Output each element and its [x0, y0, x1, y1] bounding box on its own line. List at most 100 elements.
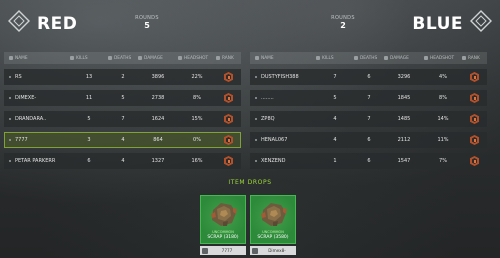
rank-icon [224, 93, 233, 103]
headshot-value: 16% [191, 158, 203, 164]
kills-value: 4 [333, 137, 337, 143]
headshot-value: 8% [193, 95, 201, 101]
headshot-value: 8% [439, 95, 447, 101]
col-kills-label: KILLS [322, 55, 334, 61]
blue-team-emblem-icon [470, 10, 492, 32]
rank-icon [470, 114, 479, 124]
damage-value: 3896 [151, 74, 165, 80]
table-row[interactable]: DRANDARA.. 5 7 1624 15% [4, 111, 241, 127]
rank-cell [216, 93, 241, 103]
item-drop-card[interactable]: UNCOMMON SCRAP (3580) Dimex8- [250, 195, 296, 255]
rank-icon [224, 156, 233, 166]
table-row[interactable]: HENAL067 4 6 2112 11% [250, 132, 487, 148]
status-dot [255, 76, 257, 78]
red-team-table: NAME KILLS DEATHS DAMAGE HEADSHOT RANK R… [4, 52, 241, 169]
col-name: NAME [4, 56, 70, 61]
kills-value: 7 [333, 74, 337, 80]
item-owner: 7777 [200, 246, 246, 255]
player-name-cell: DRANDARA.. [4, 116, 70, 122]
table-row[interactable]: RS 13 2 3896 22% [4, 69, 241, 85]
col-rank: RANK [216, 56, 241, 61]
kills-value: 5 [333, 95, 337, 101]
table-header: NAME KILLS DEATHS DAMAGE HEADSHOT RANK [250, 52, 487, 64]
col-headshot-label: HEADSHOT [184, 55, 209, 61]
table-row[interactable]: ........ 5 7 1845 8% [250, 90, 487, 106]
damage-value: 2112 [397, 137, 411, 143]
col-kills: KILLS [316, 56, 354, 61]
item-rarity: UNCOMMON [262, 230, 284, 234]
trophy-icon [462, 56, 466, 60]
table-row[interactable]: PETAR PARKERR 6 4 1327 16% [4, 153, 241, 169]
col-deaths: DEATHS [354, 56, 384, 61]
damage-icon [384, 56, 388, 60]
skull-icon [354, 56, 358, 60]
red-rounds-value: 5 [144, 21, 150, 30]
rank-cell [216, 135, 241, 145]
table-row[interactable]: DIMEXE- 11 5 2738 8% [4, 90, 241, 106]
item-drop-image: UNCOMMON SCRAP (3580) [250, 195, 296, 244]
kills-value: 3 [87, 137, 91, 143]
player-name-cell: XENZEND [250, 158, 316, 164]
player-name: ZP8Q [261, 116, 275, 122]
trophy-icon [216, 56, 220, 60]
headshot-value: 22% [191, 74, 203, 80]
crosshair-icon [178, 56, 182, 60]
item-drop-image: UNCOMMON SCRAP (3180) [200, 195, 246, 244]
damage-value: 1624 [151, 116, 165, 122]
status-dot [9, 97, 11, 99]
status-dot [255, 118, 257, 120]
item-name: SCRAP (3180) [207, 235, 239, 240]
gun-icon [70, 56, 74, 60]
table-row[interactable]: ZP8Q 4 7 1485 14% [250, 111, 487, 127]
blue-team-table: NAME KILLS DEATHS DAMAGE HEADSHOT RANK D… [250, 52, 487, 169]
col-name-label: NAME [15, 55, 28, 61]
deaths-value: 4 [121, 158, 125, 164]
col-name-label: NAME [261, 55, 274, 61]
status-dot [9, 118, 11, 120]
deaths-value: 2 [121, 74, 125, 80]
kills-value: 1 [333, 158, 337, 164]
player-name-cell: RS [4, 74, 70, 80]
col-damage-label: DAMAGE [144, 55, 163, 61]
deaths-value: 6 [367, 137, 371, 143]
rank-icon [224, 135, 233, 145]
player-name: 7777 [15, 137, 28, 143]
damage-icon [138, 56, 142, 60]
headshot-value: 7% [439, 158, 447, 164]
item-owner-name: 7777 [221, 248, 233, 253]
damage-value: 3296 [397, 74, 411, 80]
red-team-name: RED [37, 14, 78, 34]
status-dot [9, 160, 11, 162]
player-name: PETAR PARKERR [15, 158, 56, 164]
blue-team-name: BLUE [412, 14, 463, 34]
scrap-icon [211, 203, 237, 226]
damage-value: 1327 [151, 158, 165, 164]
rank-cell [462, 72, 487, 82]
col-deaths: DEATHS [108, 56, 138, 61]
item-name: SCRAP (3580) [257, 235, 289, 240]
player-name-cell: HENAL067 [250, 137, 316, 143]
kills-value: 11 [85, 95, 93, 101]
table-row[interactable]: XENZEND 1 6 1547 7% [250, 153, 487, 169]
player-name-cell: 7777 [4, 137, 70, 143]
player-name: DRANDARA.. [15, 116, 47, 122]
kills-value: 13 [85, 74, 93, 80]
col-damage: DAMAGE [138, 56, 178, 61]
table-row-highlighted[interactable]: 7777 3 4 864 0% [4, 132, 241, 148]
skull-icon [108, 56, 112, 60]
rank-icon [470, 72, 479, 82]
rank-icon [470, 156, 479, 166]
rank-cell [462, 156, 487, 166]
rank-icon [224, 72, 233, 82]
table-row[interactable]: DUSTYFISH388 7 6 3296 4% [250, 69, 487, 85]
col-kills: KILLS [70, 56, 108, 61]
red-rounds: ROUNDS 5 [127, 15, 167, 30]
player-name-cell: ........ [250, 95, 316, 101]
deaths-value: 7 [367, 116, 371, 122]
table-header: NAME KILLS DEATHS DAMAGE HEADSHOT RANK [4, 52, 241, 64]
damage-value: 2738 [151, 95, 165, 101]
status-dot [9, 76, 11, 78]
player-name-cell: DUSTYFISH388 [250, 74, 316, 80]
rank-icon [470, 93, 479, 103]
item-drop-card[interactable]: UNCOMMON SCRAP (3180) 7777 [200, 195, 246, 255]
